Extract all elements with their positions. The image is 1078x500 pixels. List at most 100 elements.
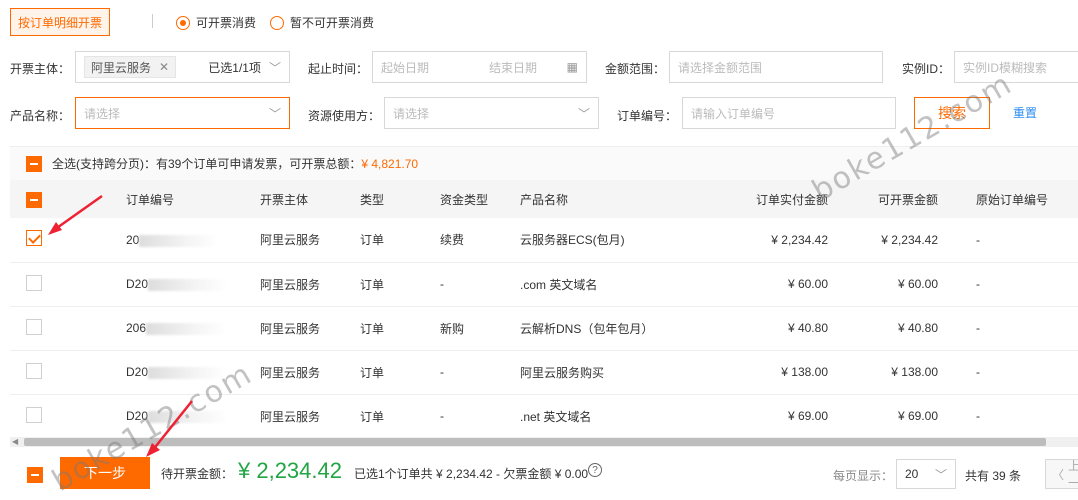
selected-summary: 已选1个订单共 ¥ 2,234.42 - 欠票金额 ¥ 0.00 (354, 467, 589, 481)
invoiceable-amount-cell: ¥ 40.80 (840, 306, 950, 351)
radio-not-invoiceable[interactable]: 暂不可开票消费 (270, 14, 374, 31)
table-row[interactable]: D20 阿里云服务 订单 - 阿里云服务购买 ¥ 138.00 ¥ 138.00… (10, 350, 1078, 395)
amount-range-placeholder: 请选择金额范围 (678, 60, 763, 75)
order-no: D20 (126, 409, 149, 423)
calendar-icon: ▦ (566, 60, 578, 74)
order-no-cell: D20 (80, 262, 260, 307)
fund-type-cell: 续费 (440, 218, 520, 263)
type-cell: 订单 (360, 350, 440, 395)
product-cell: .com 英文域名 (520, 262, 710, 307)
prev-page-button[interactable]: 〈 上一 (1045, 459, 1078, 490)
row-checkbox-cell (10, 306, 80, 351)
blurred-order-no (148, 278, 229, 291)
order-no: 20 (126, 232, 140, 247)
blurred-order-no (139, 234, 220, 247)
product-name-label: 产品名称： (10, 109, 71, 123)
original-order-no-cell: - (950, 218, 1078, 263)
fund-type-cell: - (440, 262, 520, 307)
order-no: D20 (126, 365, 149, 379)
paid-amount-cell: ¥ 60.00 (710, 262, 840, 307)
resource-user-placeholder: 请选择 (393, 106, 430, 121)
order-no: 206 (126, 321, 147, 335)
subject-cell: 阿里云服务 (260, 306, 360, 351)
page-size-value: 20 (905, 467, 919, 481)
table-row[interactable]: D20 阿里云服务 订单 - .com 英文域名 ¥ 60.00 ¥ 60.00… (10, 262, 1078, 307)
divider (152, 14, 153, 28)
header-order-no: 订单编号 (80, 180, 260, 218)
subject-select[interactable]: 阿里云服务 ✕ 已选1/1项 ﹀ (75, 51, 290, 83)
close-icon[interactable]: ✕ (159, 60, 169, 74)
order-detail-invoice-button[interactable]: 按订单明细开票 (10, 8, 110, 36)
subject-tag-label: 阿里云服务 (91, 60, 152, 75)
chevron-down-icon: ﹀ (268, 60, 281, 75)
amount-range-input[interactable]: 请选择金额范围 (669, 51, 883, 83)
scrollbar-thumb[interactable] (24, 438, 1046, 446)
radio-invoiceable-label: 可开票消费 (196, 16, 257, 30)
radio-checked-icon (176, 15, 190, 30)
order-no-cell: D20 (80, 350, 260, 395)
row-checkbox[interactable] (26, 406, 42, 423)
fund-type-cell: - (440, 350, 520, 395)
date-range-picker[interactable]: 起始日期 结束日期 ▦ (372, 51, 587, 83)
search-button[interactable]: 搜索 (914, 97, 990, 129)
product-cell: 阿里云服务购买 (520, 350, 710, 395)
original-order-no-cell: - (950, 394, 1078, 439)
start-date-input[interactable]: 起始日期 (381, 59, 429, 76)
instance-id-placeholder: 实例ID模糊搜索 (963, 60, 1048, 75)
paid-amount-cell: ¥ 40.80 (710, 306, 840, 351)
orders-table: 订单编号 开票主体 类型 资金类型 产品名称 订单实付金额 可开票金额 原始订单… (10, 180, 1078, 439)
select-all-bar: 全选(支持跨分页)：有39个订单可申请发票，可开票总额：¥ 4,821.70 (10, 146, 1078, 180)
order-number-label: 订单编号： (617, 109, 678, 123)
table-row[interactable]: D20 阿里云服务 订单 - .net 英文域名 ¥ 69.00 ¥ 69.00… (10, 394, 1078, 439)
instance-id-input[interactable]: 实例ID模糊搜索 (954, 51, 1078, 83)
resource-user-select[interactable]: 请选择 ﹀ (384, 97, 599, 129)
row-checkbox[interactable] (26, 318, 42, 335)
table-header-row: 订单编号 开票主体 类型 资金类型 产品名称 订单实付金额 可开票金额 原始订单… (10, 180, 1078, 218)
product-cell: 云解析DNS（包年包月） (520, 306, 710, 351)
product-name-select[interactable]: 请选择 ﹀ (75, 97, 290, 129)
fund-type-cell: - (440, 394, 520, 439)
summary-text: 全选(支持跨分页)：有39个订单可申请发票，可开票总额： (52, 157, 362, 171)
blurred-order-no (148, 410, 229, 423)
prev-page-label: 上一 (1068, 459, 1078, 490)
invoiceable-amount-cell: ¥ 2,234.42 (840, 218, 950, 263)
total-count: 共有 39 条 (965, 469, 1022, 483)
invoiceable-amount-cell: ¥ 60.00 (840, 262, 950, 307)
type-cell: 订单 (360, 218, 440, 263)
header-fund-type: 资金类型 (440, 180, 520, 218)
subject-tag[interactable]: 阿里云服务 ✕ (84, 56, 177, 78)
help-icon[interactable]: ? (588, 463, 602, 477)
reset-link[interactable]: 重置 (1013, 104, 1037, 121)
order-no-cell: 20 (80, 218, 260, 263)
order-no-cell: 206 (80, 306, 260, 351)
instance-id-label: 实例ID： (902, 62, 951, 76)
pending-amount-label: 待开票金额： (161, 467, 234, 481)
row-checkbox-cell (10, 394, 80, 439)
order-no: D20 (126, 277, 149, 291)
row-checkbox-cell (10, 262, 80, 307)
next-step-button[interactable]: 下一步 (60, 457, 150, 489)
order-number-placeholder: 请输入订单编号 (691, 106, 776, 121)
page-size-select[interactable]: 20 ﹀ (896, 459, 956, 489)
select-all-checkbox[interactable] (26, 155, 42, 172)
table-row[interactable]: 206 阿里云服务 订单 新购 云解析DNS（包年包月） ¥ 40.80 ¥ 4… (10, 306, 1078, 351)
row-checkbox[interactable] (26, 362, 42, 379)
footer-select-all-checkbox[interactable] (27, 467, 43, 483)
fund-type-cell: 新购 (440, 306, 520, 351)
subject-selected-count: 已选1/1项 (208, 60, 261, 75)
invoiceable-total: ¥ 4,821.70 (361, 157, 419, 171)
row-checkbox[interactable] (26, 274, 42, 291)
paid-amount-cell: ¥ 69.00 (710, 394, 840, 439)
end-date-input[interactable]: 结束日期 (489, 59, 537, 76)
header-checkbox[interactable] (26, 192, 42, 208)
product-cell: 云服务器ECS(包月) (520, 218, 710, 263)
order-number-input[interactable]: 请输入订单编号 (682, 97, 896, 129)
resource-user-label: 资源使用方： (308, 109, 381, 123)
original-order-no-cell: - (950, 262, 1078, 307)
chevron-down-icon: ﹀ (268, 106, 281, 121)
scroll-left-icon[interactable]: ◀ (12, 437, 18, 446)
table-row[interactable]: 20 阿里云服务 订单 续费 云服务器ECS(包月) ¥ 2,234.42 ¥ … (10, 218, 1078, 263)
row-checkbox[interactable] (26, 230, 42, 247)
subject-label: 开票主体： (10, 62, 71, 76)
radio-invoiceable[interactable]: 可开票消费 (176, 14, 256, 31)
